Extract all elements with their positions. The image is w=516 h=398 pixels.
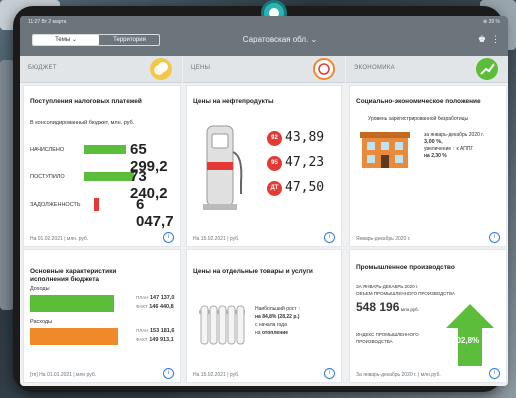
industrial-production-card[interactable]: Промышленное производство ЗА ЯНВАРЬ-ДЕКА… bbox=[350, 250, 506, 382]
card-subtitle: В консолидированный бюджет, млн. руб. bbox=[30, 120, 135, 126]
income-fact: ФАКТ 146 440,8 bbox=[136, 304, 174, 310]
card-title: Социально-экономическое положение bbox=[356, 98, 481, 105]
column-header-economy: ЭКОНОМИКА bbox=[346, 56, 508, 83]
growth-line4: на отопление bbox=[255, 330, 289, 336]
column-title: ЭКОНОМИКА bbox=[354, 65, 395, 71]
bar-debt bbox=[94, 198, 99, 211]
card-footer: [тп] На 01.01.2021 | млн руб. bbox=[30, 372, 97, 378]
top-bar: 11:27 Вт 2 марта ⊕ 39 % Темы ⌄ Территори… bbox=[20, 16, 508, 56]
arrow-up-icon: ↑ bbox=[452, 146, 456, 152]
unemployment-label: Уровень зарегистрированной безработицы bbox=[368, 116, 469, 122]
background-wall bbox=[0, 60, 14, 310]
card-footer: За январь-декабрь 2020 г. | млн.руб. bbox=[356, 372, 441, 378]
unemployment-delta: на 2,30 % bbox=[424, 153, 447, 159]
index-label-line2: ПРОИЗВОДСТВА bbox=[356, 339, 393, 344]
goods-prices-card[interactable]: Цены на отдельные товары и услуги Наибол… bbox=[187, 250, 341, 382]
unemployment-period: за январь-декабрь 2020 г. bbox=[424, 132, 484, 138]
card-title: Цены на отдельные товары и услуги bbox=[193, 268, 313, 275]
column-economy: ЭКОНОМИКА Социально-экономическое положе… bbox=[346, 56, 508, 386]
bar-expense bbox=[30, 328, 118, 345]
fuel-prices-card[interactable]: Цены на нефтепродукты 92 43,89 95 47,23 … bbox=[187, 86, 341, 246]
card-title: Цены на нефтепродукты bbox=[193, 98, 274, 105]
fuel-grade-badge: 95 bbox=[267, 156, 282, 171]
volume-label: ОБЪЕМ ПРОМЫШЛЕННОГО ПРОИЗВОДСТВА bbox=[356, 291, 455, 296]
column-header-budget: БЮДЖЕТ bbox=[20, 56, 182, 83]
row-label-received: ПОСТУПИЛО bbox=[30, 174, 65, 180]
info-icon[interactable]: i bbox=[489, 368, 500, 379]
info-icon[interactable]: i bbox=[324, 368, 335, 379]
column-header-prices: ЦЕНЫ bbox=[183, 56, 345, 83]
expense-label: Расходы bbox=[30, 319, 53, 325]
coins-icon[interactable] bbox=[150, 58, 172, 80]
row-label-accrued: НАЧИСЛЕНО bbox=[30, 147, 65, 153]
info-icon[interactable]: i bbox=[163, 368, 174, 379]
unemployment-change: увеличение ↑ к АППГ bbox=[424, 146, 474, 152]
value-debt: 6 047,7 bbox=[136, 196, 174, 230]
app-screen: 11:27 Вт 2 марта ⊕ 39 % Темы ⌄ Территори… bbox=[20, 16, 508, 386]
fuel-grade-badge: ДТ bbox=[267, 181, 282, 196]
region-selector[interactable]: Саратовская обл. ⌄ bbox=[220, 35, 340, 44]
emblem-icon[interactable]: ♚ bbox=[478, 34, 486, 45]
more-menu-icon[interactable]: ⋮ bbox=[491, 34, 500, 45]
tab-themes-label: Темы bbox=[55, 37, 71, 43]
card-title: Промышленное производство bbox=[356, 264, 455, 271]
radiator-icon bbox=[199, 305, 245, 345]
fuel-price: 47,23 bbox=[285, 155, 325, 170]
status-battery: ⊕ 39 % bbox=[483, 19, 500, 25]
column-prices: ЦЕНЫ Цены на нефтепродукты 92 43,89 95 4… bbox=[183, 56, 345, 386]
budget-execution-card[interactable]: Основные характеристики исполнения бюдже… bbox=[24, 250, 180, 382]
column-title: БЮДЖЕТ bbox=[28, 65, 57, 71]
region-label: Саратовская обл. bbox=[242, 35, 309, 44]
fuel-grade-badge: 92 bbox=[267, 131, 282, 146]
price-tag-icon[interactable] bbox=[313, 58, 335, 80]
card-footer: На 15.02.2021 | руб. bbox=[193, 236, 240, 242]
income-plan: ПЛАН 147 137,0 bbox=[136, 295, 175, 301]
growth-line1: Наибольший рост ↑ bbox=[255, 306, 301, 312]
card-title-line2: исполнения бюджета bbox=[30, 276, 99, 283]
fuel-price: 47,50 bbox=[285, 180, 325, 195]
arrow-up-icon: ↑ bbox=[297, 306, 301, 312]
index-label-line1: ИНДЕКС ПРОМЫШЛЕННОГО bbox=[356, 332, 419, 337]
bar-income bbox=[30, 295, 114, 312]
growth-chart-icon[interactable] bbox=[476, 58, 498, 80]
info-icon[interactable]: i bbox=[163, 232, 174, 243]
card-footer: На 01.02.2021 | млн. руб. bbox=[30, 236, 89, 242]
expense-fact: ФАКТ 149 913,1 bbox=[136, 337, 174, 343]
unemployment-rate: 3,00 %, bbox=[424, 139, 443, 145]
growth-arrow-icon bbox=[446, 304, 494, 366]
chevron-down-icon: ⌄ bbox=[71, 37, 77, 43]
index-value: 102,8% bbox=[452, 336, 480, 345]
view-switcher: Темы ⌄ Территория bbox=[32, 34, 160, 46]
row-label-debt: ЗАДОЛЖЕННОСТЬ bbox=[30, 202, 81, 208]
column-budget: БЮДЖЕТ Поступления налоговых платежей В … bbox=[20, 56, 182, 386]
tab-themes[interactable]: Темы ⌄ bbox=[33, 35, 99, 45]
expense-plan: ПЛАН 153 181,6 bbox=[136, 328, 175, 334]
card-title-line1: Основные характеристики bbox=[30, 268, 117, 275]
card-footer: На 15.02.2021 | руб. bbox=[193, 372, 240, 378]
income-label: Доходы bbox=[30, 286, 50, 292]
period-label: ЗА ЯНВАРЬ-ДЕКАБРЬ 2020 г. bbox=[356, 284, 419, 289]
growth-line2: на 84,8% (28,22 р.) bbox=[255, 314, 300, 320]
fuel-price: 43,89 bbox=[285, 130, 325, 145]
chevron-down-icon: ⌄ bbox=[310, 35, 318, 44]
building-icon bbox=[360, 132, 410, 168]
column-title: ЦЕНЫ bbox=[191, 65, 211, 71]
info-icon[interactable]: i bbox=[489, 232, 500, 243]
socio-economic-card[interactable]: Социально-экономическое положение Уровен… bbox=[350, 86, 506, 246]
tab-territory[interactable]: Территория bbox=[100, 35, 159, 45]
info-icon[interactable]: i bbox=[324, 232, 335, 243]
card-title: Поступления налоговых платежей bbox=[30, 98, 142, 105]
fuel-pump-icon bbox=[203, 125, 243, 210]
tax-payments-card[interactable]: Поступления налоговых платежей В консоли… bbox=[24, 86, 180, 246]
card-footer: Январь-декабрь 2020 г. bbox=[356, 236, 411, 242]
volume-value: 548 196 млн.руб. bbox=[356, 300, 419, 314]
growth-line3: с начала года bbox=[255, 322, 287, 328]
bar-received bbox=[84, 172, 134, 181]
bar-accrued bbox=[84, 145, 126, 154]
status-time: 11:27 Вт 2 марта bbox=[28, 19, 67, 25]
